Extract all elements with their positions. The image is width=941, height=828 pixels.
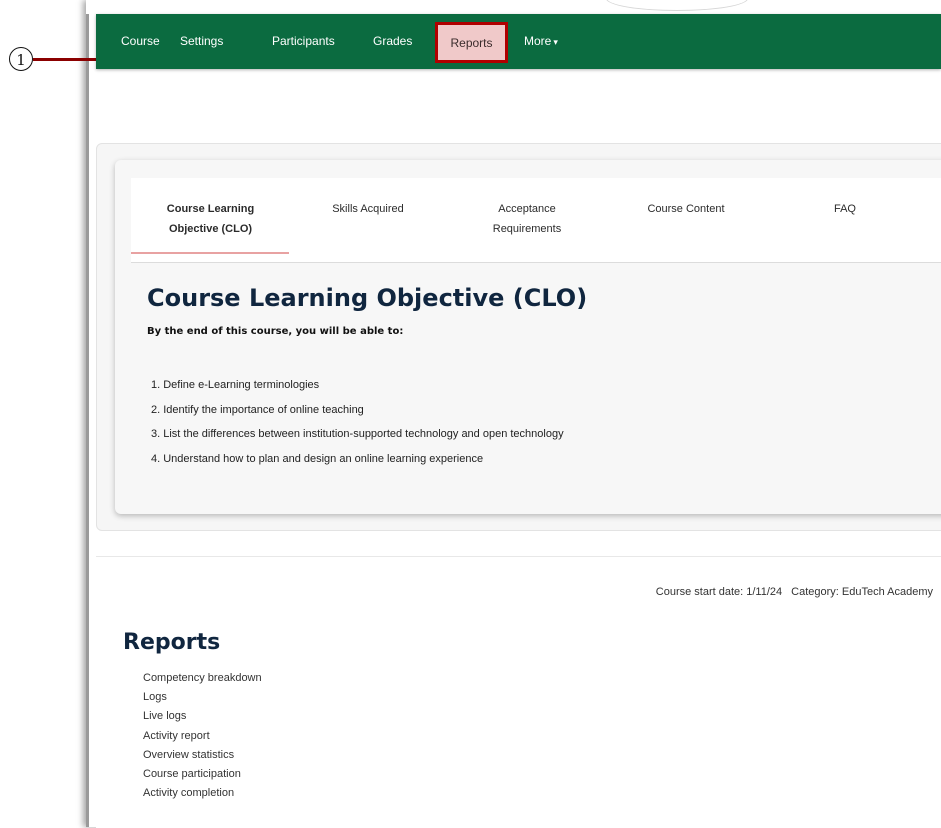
nav-reports[interactable]: Reports	[435, 22, 508, 63]
clo-objective: 4. Understand how to plan and design an …	[151, 452, 484, 465]
clo-intro: By the end of this course, you will be a…	[147, 326, 404, 337]
report-link-logs[interactable]: Logs	[143, 688, 262, 707]
clo-heading: Course Learning Objective (CLO)	[147, 284, 588, 312]
course-meta: Course start date: 1/11/24 Category: EduT…	[656, 586, 933, 598]
reports-heading: Reports	[123, 630, 221, 655]
tab-clo-line2: Objective (CLO)	[168, 223, 253, 235]
tab-faq-label: FAQ	[833, 203, 856, 215]
nav-grades[interactable]: Grades	[373, 34, 412, 48]
reports-list: Competency breakdown Logs Live logs Acti…	[143, 669, 262, 803]
tab-acceptance-requirements[interactable]: Acceptance Requirements	[467, 199, 587, 239]
report-link-activity-completion[interactable]: Activity completion	[143, 784, 262, 803]
tab-skills-label: Skills Acquired	[332, 203, 404, 215]
chevron-down-icon: ▾	[553, 37, 558, 47]
tab-clo-line1: Course Learning	[166, 203, 255, 215]
nav-course[interactable]: Course	[121, 34, 160, 48]
nav-settings[interactable]: Settings	[180, 34, 223, 48]
active-tab-indicator	[131, 252, 289, 254]
report-link-competency-breakdown[interactable]: Competency breakdown	[143, 669, 262, 688]
report-link-activity-report[interactable]: Activity report	[143, 727, 262, 746]
report-link-course-participation[interactable]: Course participation	[143, 765, 262, 784]
nav-participants[interactable]: Participants	[272, 34, 335, 48]
tab-clo[interactable]: Course Learning Objective (CLO)	[148, 199, 273, 239]
tab-course-content[interactable]: Course Content	[626, 199, 746, 219]
course-category: Category: EduTech Academy	[791, 586, 933, 598]
clo-objective: 2. Identify the importance of online tea…	[151, 403, 364, 416]
tab-faq[interactable]: FAQ	[785, 199, 905, 219]
tab-skills-acquired[interactable]: Skills Acquired	[308, 199, 428, 219]
nav-reports-label: Reports	[450, 35, 493, 50]
report-link-live-logs[interactable]: Live logs	[143, 707, 262, 726]
top-edge	[86, 0, 941, 14]
clo-objectives-list: 1. Define e-Learning terminologies 2. Id…	[151, 373, 564, 471]
course-navbar: Course Settings Participants Grades Repo…	[96, 14, 941, 69]
nav-more-label: More	[524, 34, 552, 48]
decorative-arc	[606, 0, 748, 11]
clo-objective: 3. List the differences between institut…	[151, 428, 564, 440]
tab-acceptance-line1: Acceptance	[498, 203, 556, 215]
nav-more[interactable]: More ▾	[524, 34, 558, 48]
tab-course-content-label: Course Content	[647, 203, 725, 215]
course-start-date: Course start date: 1/11/24	[655, 586, 783, 598]
clo-objective: 1. Define e-Learning terminologies	[151, 379, 320, 391]
tab-acceptance-line2: Requirements	[492, 223, 562, 235]
callout-number: 1	[9, 47, 33, 71]
report-link-overview-statistics[interactable]: Overview statistics	[143, 746, 262, 765]
